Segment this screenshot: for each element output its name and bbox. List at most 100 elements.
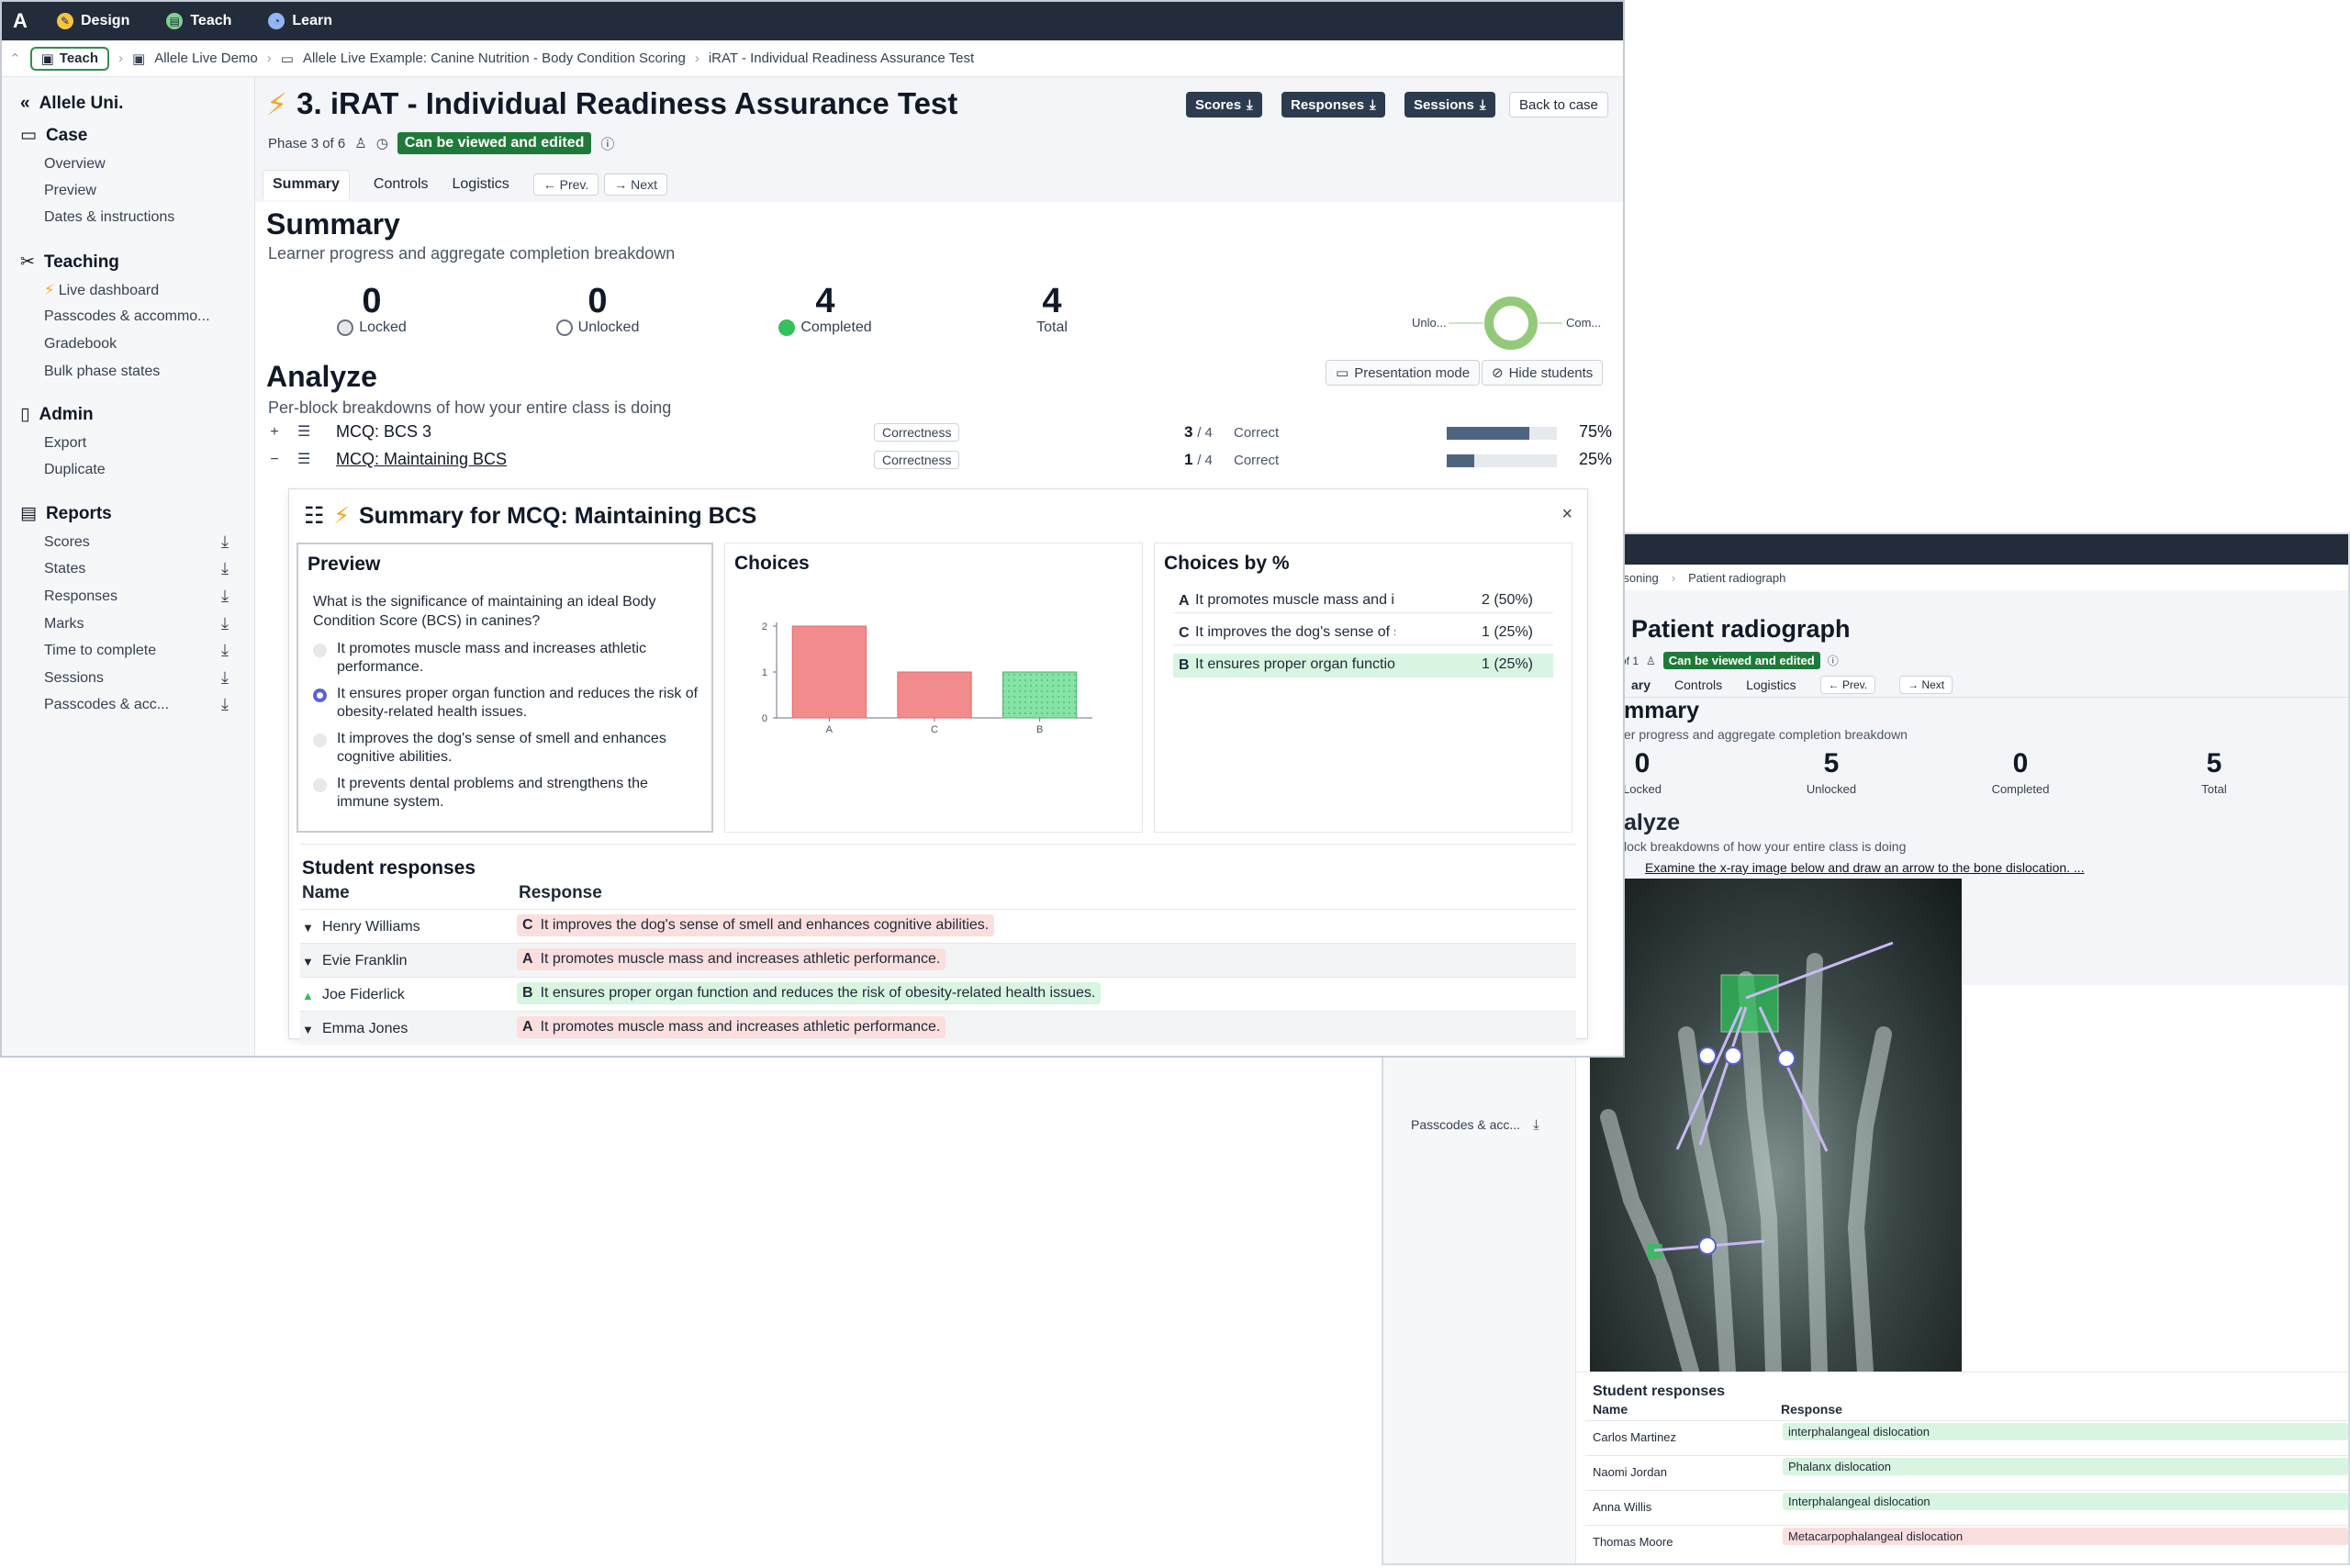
- responses-download-button[interactable]: Responses ⤓: [1281, 92, 1385, 118]
- block-row[interactable]: − ☰ MCQ: Maintaining BCS Correctness 1 /…: [266, 448, 1612, 474]
- stat-value: 4: [1042, 282, 1062, 320]
- clock-icon: ◷: [375, 136, 388, 151]
- download-icon[interactable]: ⤓: [221, 641, 229, 660]
- analyze-heading: Analyze: [266, 360, 377, 393]
- download-icon[interactable]: ⤓: [221, 614, 229, 633]
- double-chevron-left-icon[interactable]: «: [20, 94, 30, 114]
- sidebar-item-states[interactable]: States: [44, 561, 85, 577]
- total-count: 4: [1204, 453, 1213, 468]
- prev-button[interactable]: ← Prev.: [532, 174, 599, 196]
- download-icon[interactable]: ⤓: [221, 695, 229, 714]
- breadcrumb-item[interactable]: Allele Live Demo: [154, 50, 258, 66]
- sidebar-item-scores[interactable]: Scores: [44, 534, 90, 551]
- sidebar-item-time[interactable]: Time to complete: [44, 643, 156, 659]
- stat-value: 5: [1823, 748, 1840, 778]
- table-row[interactable]: ▼ Henry Williams C It improves the dog's se…: [300, 909, 1576, 943]
- block-row[interactable]: + ☰ MCQ: BCS 3 Correctness 3 / 4 Correct…: [266, 420, 1612, 446]
- org-name: Allele Uni.: [39, 94, 124, 113]
- download-icon[interactable]: ⤓: [1533, 1117, 1539, 1133]
- tab-logistics[interactable]: Logistics: [1746, 678, 1796, 692]
- sidebar-item-dates[interactable]: Dates & instructions: [44, 209, 174, 226]
- sidebar-item-passcodes-report[interactable]: Passcodes & acc...: [44, 697, 169, 713]
- secondary-phase: of 1 ♙ Can be viewed and edited ⓘ: [1620, 652, 1839, 669]
- download-icon[interactable]: ⤓: [221, 668, 229, 688]
- app-logo[interactable]: A: [2, 9, 39, 33]
- presentation-icon: ▭: [1336, 365, 1349, 381]
- ring-right-label: Com...: [1566, 316, 1601, 330]
- detail-title: ☷ ⚡ Summary for MCQ: Maintaining BCS: [304, 502, 756, 530]
- help-icon[interactable]: ⓘ: [1828, 653, 1839, 668]
- collapse-icon[interactable]: ⌃: [9, 50, 21, 67]
- stat-label: Total: [1036, 319, 1068, 335]
- block-name[interactable]: MCQ: Maintaining BCS: [336, 450, 507, 469]
- table-row[interactable]: Carlos Martinez interphalangeal dislocati…: [1585, 1420, 2348, 1455]
- radio-icon[interactable]: [313, 644, 327, 657]
- sidebar-item-preview[interactable]: Preview: [44, 183, 96, 199]
- presentation-mode-button[interactable]: ▭ Presentation mode: [1326, 360, 1481, 386]
- table-row[interactable]: Anna Willis Interphalangeal dislocation: [1585, 1490, 2348, 1525]
- choice-text: It ensures proper organ function and red…: [1195, 656, 1395, 672]
- radio-icon[interactable]: [313, 734, 327, 747]
- download-icon[interactable]: ⤓: [221, 532, 229, 552]
- section-title: Teaching: [43, 252, 119, 272]
- nav-design[interactable]: ✎ Design: [57, 13, 129, 29]
- next-button[interactable]: → Next: [1899, 675, 1953, 694]
- answer-option[interactable]: It ensures proper organ function and red…: [313, 685, 702, 722]
- download-icon[interactable]: ⤓: [221, 559, 229, 578]
- response-text: It ensures proper organ function and red…: [540, 985, 1096, 1001]
- help-icon[interactable]: ⓘ: [600, 134, 614, 153]
- radio-icon[interactable]: [313, 778, 327, 792]
- tab-controls[interactable]: Controls: [374, 176, 429, 193]
- close-icon[interactable]: ×: [1561, 504, 1572, 525]
- scores-download-button[interactable]: Scores ⤓: [1186, 92, 1262, 118]
- table-row[interactable]: Thomas Moore Metacarpophalangeal dislocat…: [1585, 1525, 2348, 1560]
- sidebar-item-marks[interactable]: Marks: [44, 616, 84, 633]
- radio-selected-icon[interactable]: [313, 689, 327, 702]
- xray-image: [1590, 879, 1962, 1372]
- stat-label: Completed: [1991, 782, 2050, 796]
- lock-icon: [337, 319, 354, 336]
- block-detail-panel: ☷ ⚡ Summary for MCQ: Maintaining BCS × Pre…: [288, 488, 1588, 1045]
- table-row[interactable]: ▼ Emma Jones A It promotes muscle mass and …: [300, 1011, 1576, 1045]
- nav-learn[interactable]: ◔ Learn: [268, 13, 332, 29]
- sidebar-item-passcodes[interactable]: Passcodes & accommo...: [44, 308, 210, 325]
- prev-button[interactable]: ← Prev.: [1819, 675, 1876, 694]
- tab-controls[interactable]: Controls: [1674, 678, 1722, 692]
- report-icon: ▤: [20, 504, 37, 523]
- teach-pill[interactable]: ▣ Teach: [29, 46, 110, 71]
- thumbs-down-icon: ▼: [302, 921, 314, 935]
- table-row[interactable]: Naomi Jordan Phalanx dislocation: [1585, 1455, 2348, 1490]
- tab-summary[interactable]: Summary: [263, 169, 350, 200]
- sessions-download-button[interactable]: Sessions ⤓: [1404, 92, 1495, 118]
- sidebar-item-live-dashboard[interactable]: ⚡ Live dashboard: [44, 281, 159, 299]
- org-switcher[interactable]: « Allele Uni.: [20, 94, 123, 114]
- tab-summary[interactable]: ary: [1631, 678, 1651, 692]
- sidebar-item-sessions[interactable]: Sessions: [44, 670, 104, 687]
- sidebar-item-responses[interactable]: Responses: [44, 588, 118, 605]
- hide-students-button[interactable]: ⊘ Hide students: [1482, 360, 1604, 386]
- answer-option[interactable]: It prevents dental problems and strength…: [313, 775, 702, 812]
- choice-percent-row: B It ensures proper organ function and re…: [1173, 654, 1553, 678]
- sidebar-item-bulk-phase[interactable]: Bulk phase states: [44, 364, 160, 380]
- next-label: Next: [631, 177, 657, 192]
- download-icon[interactable]: ⤓: [221, 587, 229, 606]
- block-name[interactable]: MCQ: BCS 3: [336, 422, 431, 442]
- block-percent: 75%: [1578, 422, 1612, 441]
- back-to-case-button[interactable]: Back to case: [1509, 92, 1608, 118]
- collapse-icon[interactable]: −: [266, 452, 283, 468]
- tab-logistics[interactable]: Logistics: [453, 176, 509, 193]
- breadcrumb-item[interactable]: Allele Live Example: Canine Nutrition - …: [303, 50, 686, 66]
- secondary-sidebar-item[interactable]: Passcodes & acc... ⤓: [1411, 1117, 1539, 1133]
- answer-option[interactable]: It improves the dog's sense of smell and…: [313, 730, 702, 767]
- sidebar-item-gradebook[interactable]: Gradebook: [44, 336, 117, 353]
- table-row[interactable]: ▼ Evie Franklin A It promotes muscle mass a…: [300, 943, 1576, 977]
- table-row[interactable]: ▲ Joe Fiderlick B It ensures proper organ f…: [300, 977, 1576, 1011]
- answer-option[interactable]: It promotes muscle mass and increases at…: [313, 640, 702, 677]
- sidebar-item-export[interactable]: Export: [44, 435, 86, 452]
- question-link[interactable]: Examine the x-ray image below and draw a…: [1645, 860, 2085, 875]
- expand-icon[interactable]: +: [266, 424, 283, 441]
- sidebar-item-overview[interactable]: Overview: [44, 156, 106, 173]
- next-button[interactable]: → Next: [604, 174, 667, 196]
- nav-teach[interactable]: ▤ Teach: [166, 13, 231, 29]
- sidebar-item-duplicate[interactable]: Duplicate: [44, 462, 106, 478]
